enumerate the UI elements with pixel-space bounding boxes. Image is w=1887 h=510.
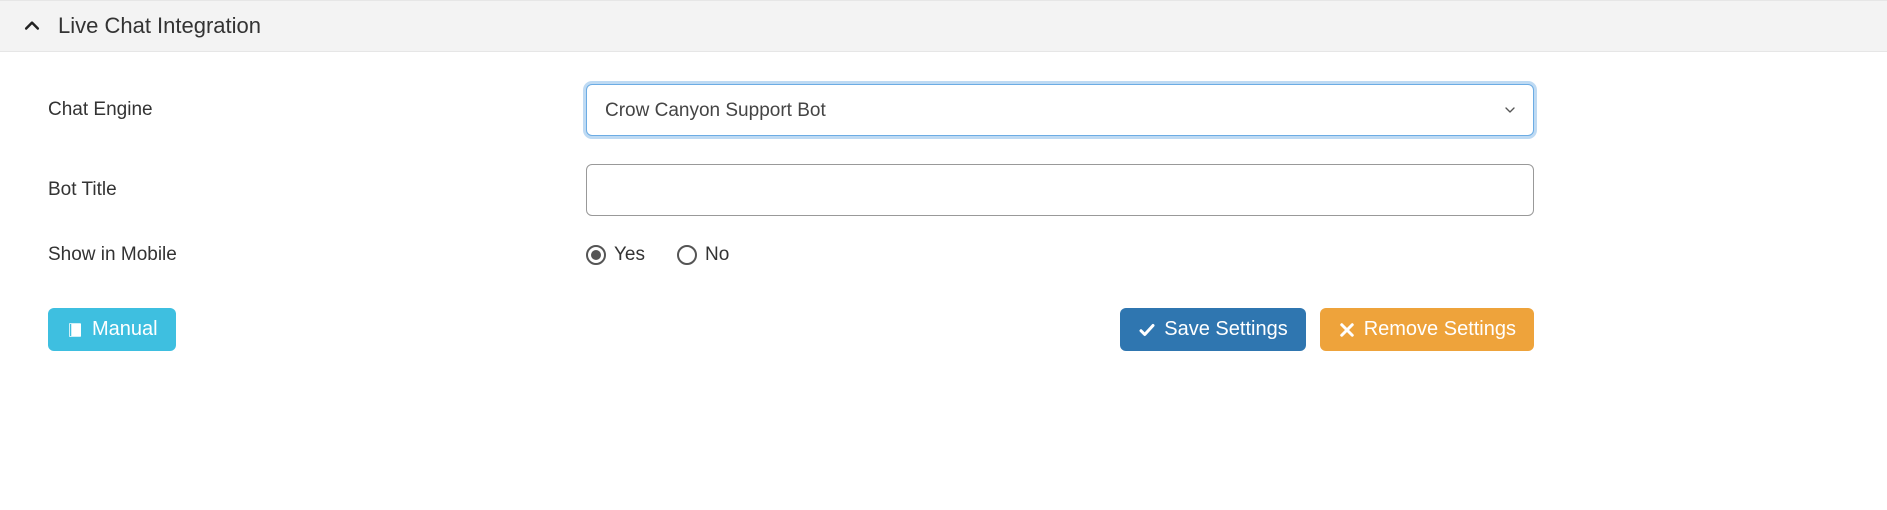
label-bot-title: Bot Title [48,179,586,201]
panel-title: Live Chat Integration [58,13,261,39]
manual-button-label: Manual [92,318,158,341]
right-actions: Save Settings Remove Settings [1120,308,1534,351]
save-settings-label: Save Settings [1164,318,1287,341]
bot-title-input[interactable] [586,164,1534,216]
label-chat-engine: Chat Engine [48,99,586,121]
book-icon [66,321,84,339]
remove-settings-label: Remove Settings [1364,318,1516,341]
show-in-mobile-radio-group: Yes No [586,244,1534,266]
close-icon [1338,321,1356,339]
row-show-in-mobile: Show in Mobile Yes No [48,244,1863,266]
remove-settings-button[interactable]: Remove Settings [1320,308,1534,351]
manual-button[interactable]: Manual [48,308,176,351]
save-settings-button[interactable]: Save Settings [1120,308,1305,351]
radio-no[interactable]: No [677,244,729,266]
panel-body: Chat Engine Crow Canyon Support Bot Bot … [0,52,1887,379]
radio-icon [677,245,697,265]
radio-icon [586,245,606,265]
radio-yes[interactable]: Yes [586,244,645,266]
actions-row: Manual Save Settings Remove Setti [48,308,1534,351]
panel-header[interactable]: Live Chat Integration [0,0,1887,52]
chat-engine-select[interactable]: Crow Canyon Support Bot [586,84,1534,136]
chevron-up-icon [22,16,42,36]
label-show-in-mobile: Show in Mobile [48,244,586,266]
radio-no-label: No [705,244,729,266]
row-bot-title: Bot Title [48,164,1863,216]
radio-yes-label: Yes [614,244,645,266]
check-icon [1138,321,1156,339]
row-chat-engine: Chat Engine Crow Canyon Support Bot [48,84,1863,136]
